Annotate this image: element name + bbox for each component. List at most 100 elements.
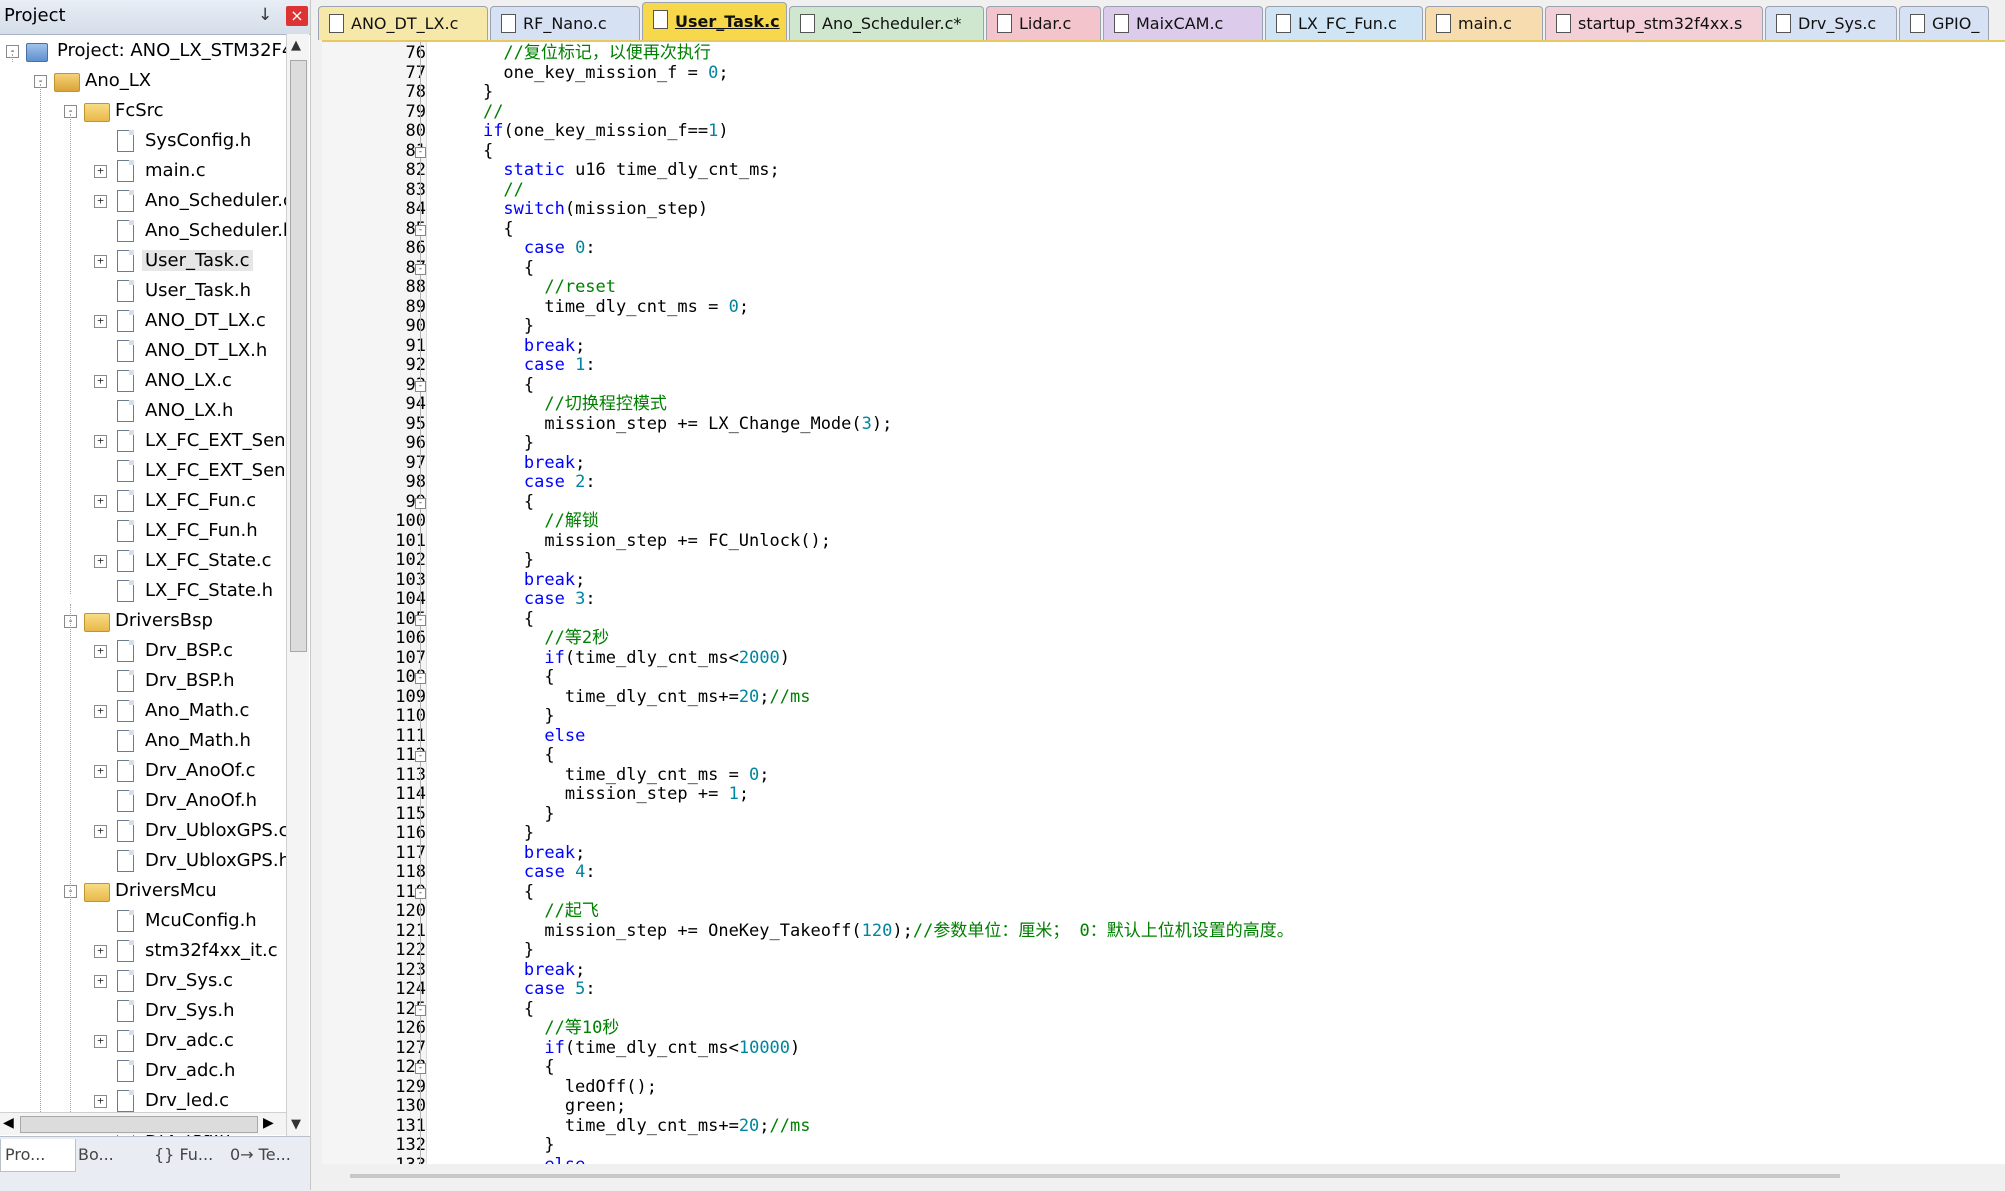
code-line[interactable]: case 5:: [442, 979, 596, 1000]
tree-file-item[interactable]: User_Task.h: [142, 276, 254, 306]
pin-icon[interactable]: ↓: [258, 5, 272, 25]
code-line[interactable]: {: [442, 609, 534, 630]
code-line[interactable]: case 3:: [442, 589, 596, 610]
code-line[interactable]: }: [442, 550, 534, 571]
tree-file-item[interactable]: LX_FC_State.h: [142, 576, 276, 606]
code-line[interactable]: static u16 time_dly_cnt_ms;: [442, 160, 779, 181]
tree-expander-icon[interactable]: +: [94, 315, 107, 328]
code-editor[interactable]: 7677787980818283848586878889909192939495…: [322, 40, 2005, 1166]
fold-toggle-icon[interactable]: -: [415, 224, 426, 236]
tree-file-item[interactable]: ANO_DT_LX.h: [142, 336, 270, 366]
tree-expander-icon[interactable]: +: [94, 195, 107, 208]
tree-file-item[interactable]: Ano_Math.c: [142, 696, 252, 726]
tree-expander-icon[interactable]: +: [94, 825, 107, 838]
tree-expander-icon[interactable]: +: [94, 705, 107, 718]
code-line[interactable]: {: [442, 667, 554, 688]
scroll-track[interactable]: [350, 1174, 1840, 1178]
tree-horizontal-scrollbar[interactable]: ◀ ▶: [0, 1112, 286, 1135]
tab-books[interactable]: Bo...: [74, 1139, 148, 1171]
code-line[interactable]: mission_step += OneKey_Takeoff(120);//参数…: [442, 921, 1293, 942]
tree-file-item[interactable]: LX_FC_State.c: [142, 546, 275, 576]
tree-file-item[interactable]: LX_FC_Fun.c: [142, 486, 259, 516]
code-line[interactable]: case 4:: [442, 862, 596, 883]
code-line[interactable]: {: [442, 258, 534, 279]
fold-toggle-icon[interactable]: -: [415, 1063, 426, 1074]
tree-file-item[interactable]: LX_FC_Fun.h: [142, 516, 261, 546]
code-line[interactable]: }: [442, 823, 534, 844]
code-line[interactable]: //解锁: [442, 511, 598, 532]
scroll-left-arrow-icon[interactable]: ◀: [3, 1115, 14, 1131]
tree-file-item[interactable]: Drv_adc.h: [142, 1056, 238, 1086]
code-line[interactable]: //: [442, 180, 523, 201]
tree-file-item[interactable]: Drv_BSP.c: [142, 636, 236, 666]
tree-expander-icon[interactable]: +: [94, 255, 107, 268]
tree-expander-icon[interactable]: +: [94, 945, 107, 958]
code-line[interactable]: ledOff();: [442, 1077, 657, 1098]
code-line[interactable]: time_dly_cnt_ms = 0;: [442, 297, 749, 318]
tree-file-item[interactable]: Ano_Scheduler.h: [142, 216, 286, 246]
editor-horizontal-scrollbar[interactable]: [316, 1164, 2005, 1190]
code-line[interactable]: {: [442, 882, 534, 903]
code-line[interactable]: time_dly_cnt_ms+=20;//ms: [442, 1116, 811, 1137]
tree-vertical-scrollbar[interactable]: ▲ ▼: [286, 34, 309, 1136]
editor-tab[interactable]: Ano_Scheduler.c*: [789, 6, 984, 40]
code-line[interactable]: //等2秒: [442, 628, 609, 649]
editor-tab[interactable]: main.c: [1425, 6, 1543, 40]
tree-file-item[interactable]: Drv_UbloxGPS.c: [142, 816, 286, 846]
fold-toggle-icon[interactable]: -: [415, 497, 426, 509]
tree-expander-icon[interactable]: +: [94, 555, 107, 568]
fold-toggle-icon[interactable]: -: [415, 614, 426, 626]
tree-expander-icon[interactable]: +: [94, 1035, 107, 1048]
fold-toggle-icon[interactable]: -: [415, 887, 426, 899]
fold-toggle-icon[interactable]: -: [415, 380, 426, 392]
editor-tab[interactable]: ANO_DT_LX.c: [318, 6, 488, 40]
code-line[interactable]: mission_step += 1;: [442, 784, 749, 805]
code-line[interactable]: }: [442, 940, 534, 961]
editor-tab[interactable]: startup_stm32f4xx.s: [1545, 6, 1763, 40]
tree-expander-icon[interactable]: +: [94, 975, 107, 988]
tree-file-item[interactable]: Drv_UbloxGPS.h: [142, 846, 286, 876]
tree-file-item[interactable]: LX_FC_EXT_Sens: [142, 456, 286, 486]
code-line[interactable]: {: [442, 219, 513, 240]
code-line[interactable]: }: [442, 82, 493, 103]
tree-expander-icon[interactable]: +: [94, 495, 107, 508]
code-line[interactable]: break;: [442, 453, 585, 474]
code-line[interactable]: case 1:: [442, 355, 596, 376]
code-line[interactable]: //复位标记，以便再次执行: [442, 43, 710, 64]
code-line[interactable]: }: [442, 1135, 554, 1156]
editor-tab[interactable]: LX_FC_Fun.c: [1265, 6, 1423, 40]
code-line[interactable]: //: [442, 102, 503, 123]
code-line[interactable]: }: [442, 804, 554, 825]
code-line[interactable]: switch(mission_step): [442, 199, 708, 220]
code-line[interactable]: one_key_mission_f = 0;: [442, 63, 728, 84]
tree-project-item[interactable]: Project: ANO_LX_STM32F40: [54, 36, 286, 66]
tree-file-item[interactable]: ANO_LX.h: [142, 396, 236, 426]
tree-file-item[interactable]: Drv_adc.c: [142, 1026, 237, 1056]
tree-file-item[interactable]: Drv_Sys.c: [142, 966, 236, 996]
scroll-down-arrow-icon[interactable]: ▼: [291, 1117, 301, 1132]
fold-toggle-icon[interactable]: -: [415, 146, 426, 158]
editor-tab[interactable]: RF_Nano.c: [490, 6, 640, 40]
tree-file-item[interactable]: main.c: [142, 156, 209, 186]
tree-file-item[interactable]: Drv_AnoOf.c: [142, 756, 258, 786]
tree-expander-icon[interactable]: +: [94, 165, 107, 178]
scroll-thumb[interactable]: [20, 1116, 258, 1133]
fold-toggle-icon[interactable]: -: [415, 673, 426, 684]
tab-templates[interactable]: 0→ Te...: [226, 1139, 310, 1171]
code-line[interactable]: {: [442, 375, 534, 396]
code-line[interactable]: green;: [442, 1096, 626, 1117]
tree-file-item[interactable]: Ano_Scheduler.c: [142, 186, 286, 216]
tree-expander-icon[interactable]: +: [94, 1095, 107, 1108]
tab-project[interactable]: Pro...: [0, 1139, 76, 1172]
tree-folder-item[interactable]: DriversBsp: [112, 606, 216, 636]
code-line[interactable]: }: [442, 706, 554, 727]
code-line[interactable]: break;: [442, 843, 585, 864]
code-line[interactable]: else: [442, 726, 585, 747]
tree-group-item[interactable]: Ano_LX: [82, 66, 154, 96]
tree-file-item[interactable]: SysConfig.h: [142, 126, 254, 156]
close-icon[interactable]: ×: [286, 6, 308, 26]
tree-file-item[interactable]: Drv_Sys.h: [142, 996, 238, 1026]
tree-folder-item[interactable]: FcSrc: [112, 96, 167, 126]
tree-expander-icon[interactable]: +: [94, 645, 107, 658]
editor-tab[interactable]: GPIO_: [1899, 6, 1989, 40]
